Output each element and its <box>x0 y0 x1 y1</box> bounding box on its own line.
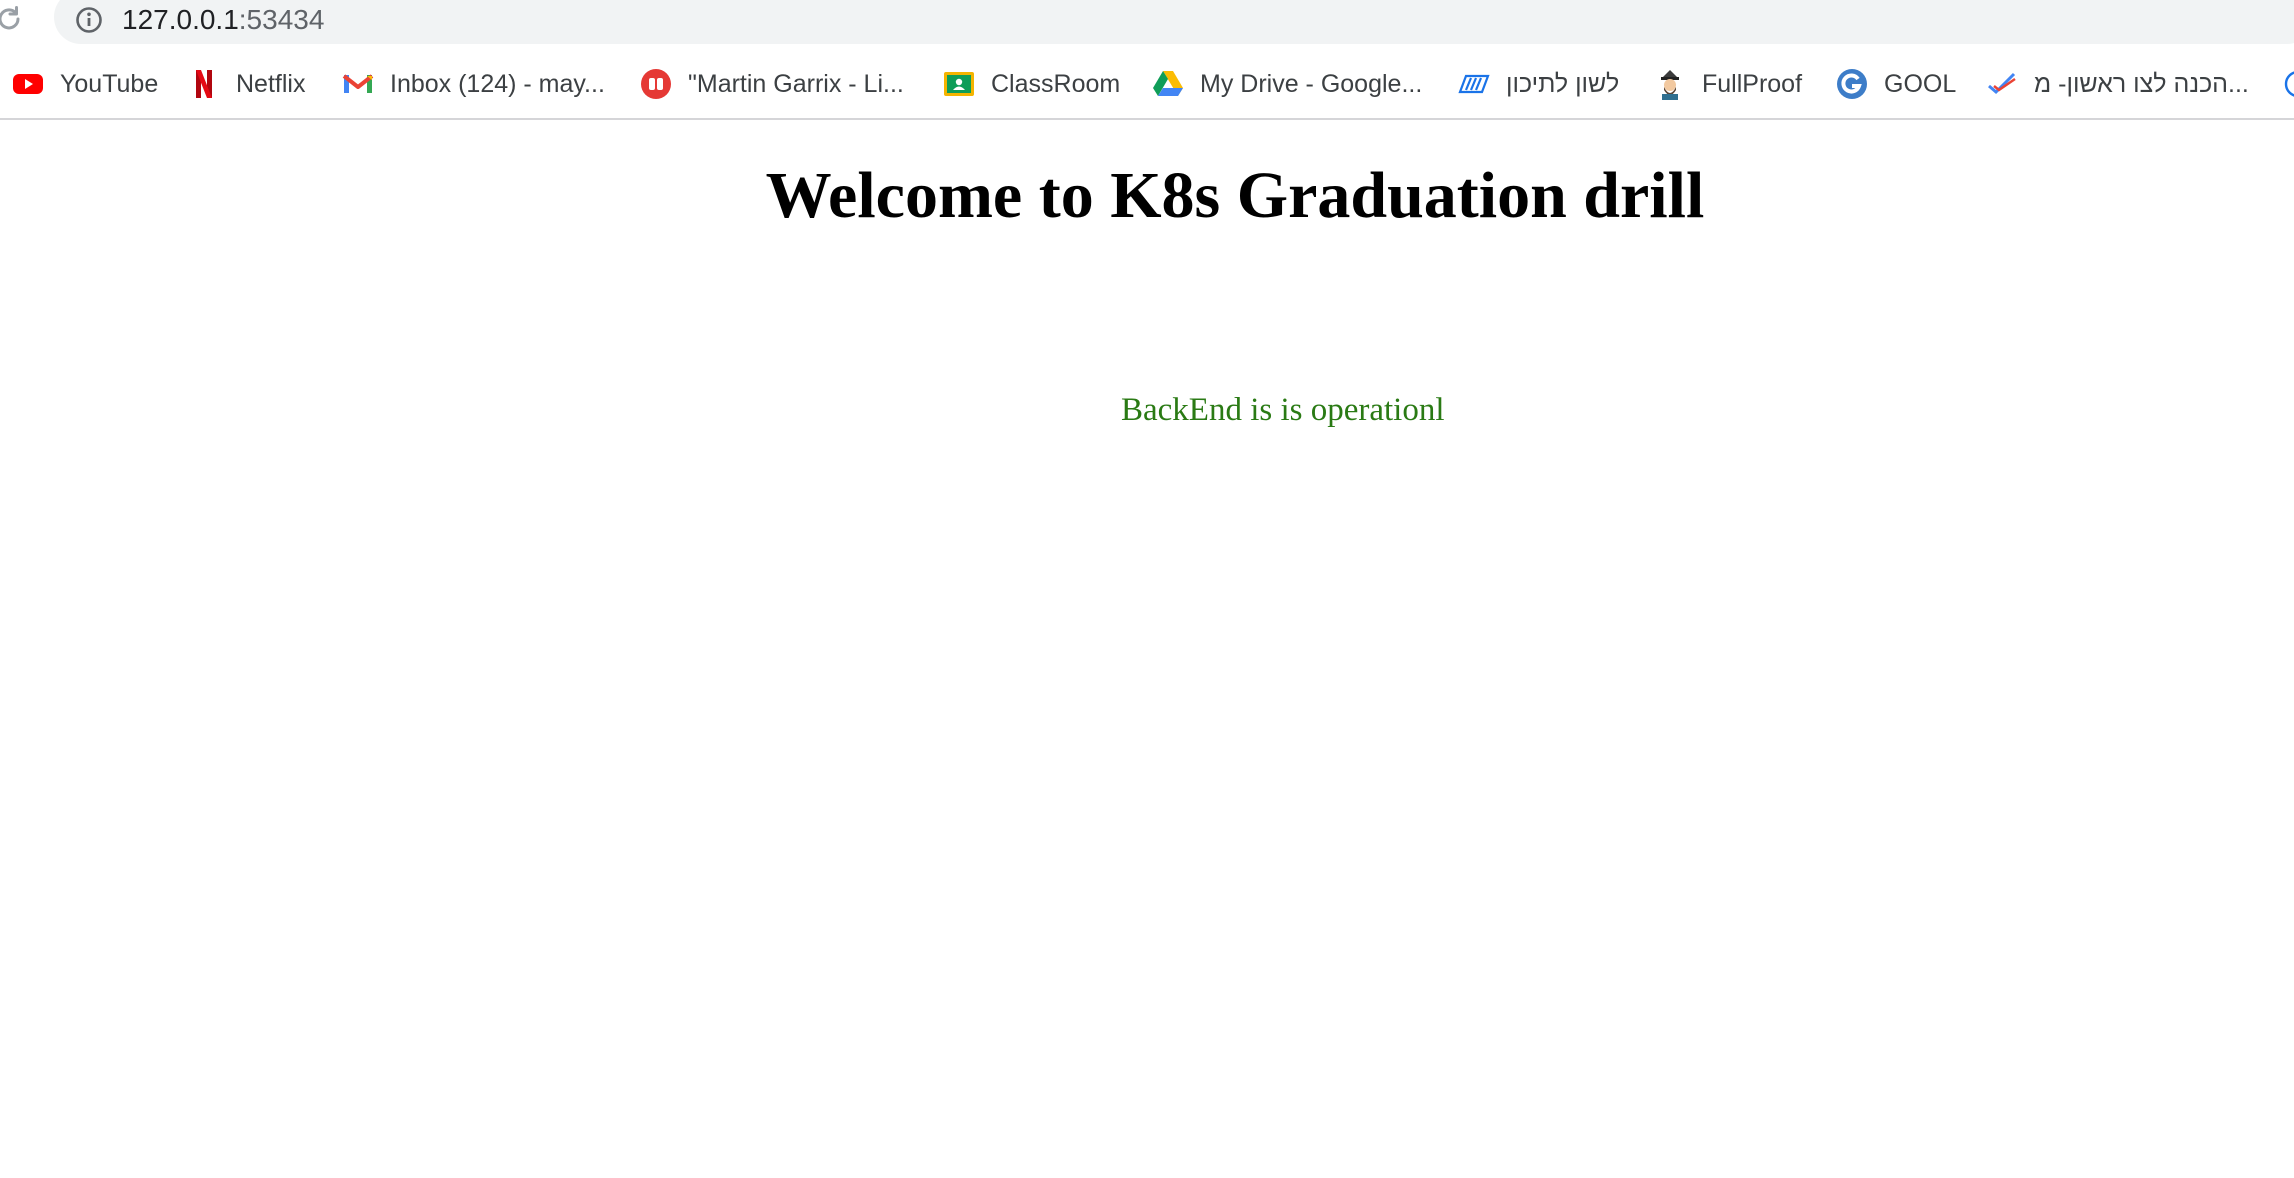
globe-icon <box>2282 68 2294 100</box>
bookmark-label: YouTube <box>60 69 159 98</box>
bookmark-label: הכנה לצו ראשון- מ... <box>2034 69 2249 98</box>
backend-status-text: BackEnd is is operationl <box>1121 392 1445 428</box>
bookmark-inbox[interactable]: Inbox (124) - may... <box>342 62 605 106</box>
bookmark-label: GOOL <box>1884 69 1957 98</box>
bookmark-lashon[interactable]: לשון לתיכון <box>1458 62 1619 106</box>
bookmark-martin-garrix[interactable]: "Martin Garrix - Li... <box>640 62 904 106</box>
bookmark-label: "Martin Garrix - Li... <box>688 69 904 98</box>
bookmark-classroom[interactable]: ClassRoom <box>943 62 1120 106</box>
bookmark-label: לשון לתיכון <box>1506 69 1620 98</box>
address-row: 127.0.0.1:53434 <box>0 0 2294 44</box>
bookmarks-bar: YouTube Netflix Inbox (124) - may... "Ma… <box>0 62 2294 106</box>
checkmark-icon <box>1986 68 2018 100</box>
google-drive-icon <box>1152 68 1184 100</box>
bookmark-label: ClassRoom <box>991 69 1121 98</box>
gmail-icon <box>342 68 374 100</box>
page-content: Welcome to K8s Graduation drill BackEnd … <box>0 120 2294 1176</box>
bookmark-fullproof[interactable]: FullProof <box>1654 62 1802 106</box>
reload-icon[interactable] <box>0 4 24 34</box>
address-bar[interactable] <box>54 0 2294 44</box>
character-icon <box>1654 68 1686 100</box>
url-host: 127.0.0.1 <box>122 4 239 35</box>
bookmark-label: Inbox (124) - may... <box>390 69 605 98</box>
bookmark-label: My Drive - Google... <box>1200 69 1423 98</box>
page-title: Welcome to K8s Graduation drill <box>765 159 1705 232</box>
gool-g-icon <box>1836 68 1868 100</box>
bookmark-label: FullProof <box>1702 69 1803 98</box>
netflix-icon <box>188 68 220 100</box>
browser-chrome: 127.0.0.1:53434 YouTube Netflix Inbox (1… <box>0 0 2294 120</box>
site-info-icon[interactable] <box>74 5 104 35</box>
bookmark-overflow[interactable] <box>2282 62 2294 106</box>
url-text[interactable]: 127.0.0.1:53434 <box>122 0 324 40</box>
music-icon <box>640 68 672 100</box>
bookmark-gool[interactable]: GOOL <box>1836 62 1956 106</box>
bookmark-label: Netflix <box>236 69 306 98</box>
bookmark-youtube[interactable]: YouTube <box>12 62 158 106</box>
stripes-icon <box>1458 68 1490 100</box>
url-port: :53434 <box>238 4 325 35</box>
bookmark-netflix[interactable]: Netflix <box>188 62 305 106</box>
bookmark-my-drive[interactable]: My Drive - Google... <box>1152 62 1422 106</box>
classroom-icon <box>943 68 975 100</box>
youtube-icon <box>12 68 44 100</box>
bookmark-tzav-rishon[interactable]: הכנה לצו ראשון- מ... <box>1986 62 2249 106</box>
